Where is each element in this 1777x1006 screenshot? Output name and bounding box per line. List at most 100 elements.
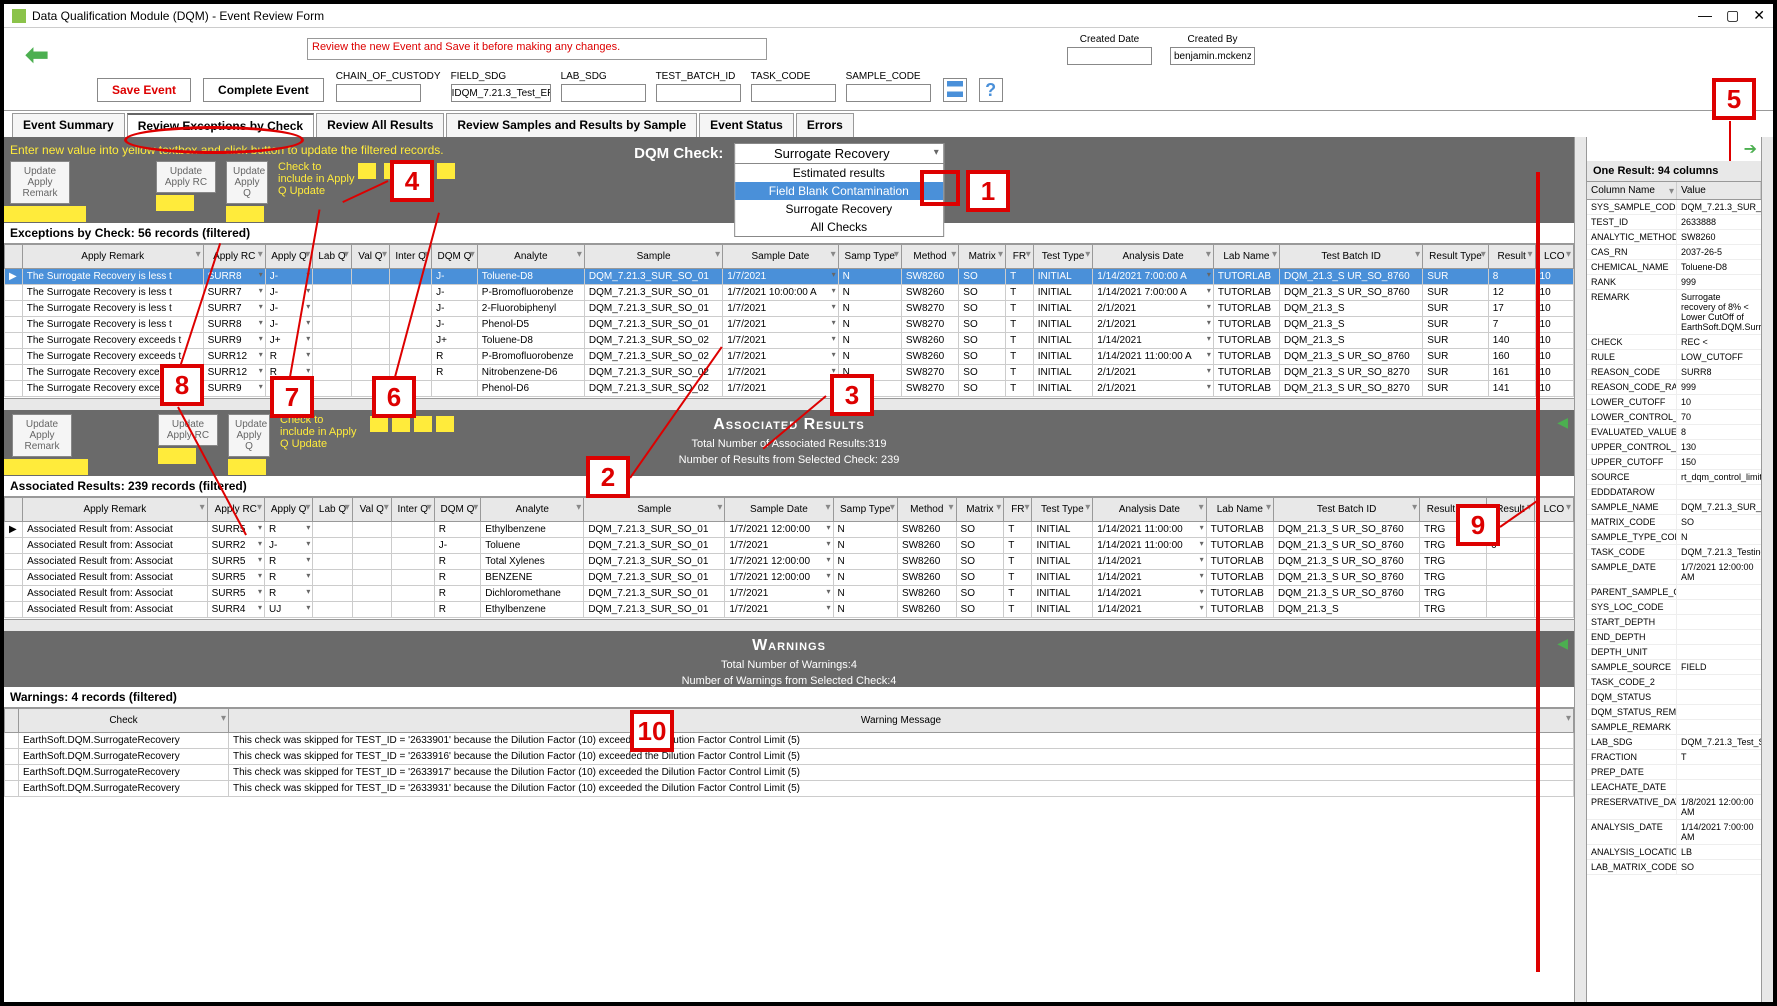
side-row[interactable]: LAB_SDGDQM_7.21.3_Test_SUR (1587, 735, 1761, 750)
update-apply-remark-button[interactable]: Update Apply Remark (10, 161, 70, 204)
filter-icon[interactable]: ▾ (470, 249, 475, 260)
update-apply-q-button-2[interactable]: Update Apply Q (228, 414, 270, 457)
filter-icon[interactable]: ▾ (1566, 502, 1571, 513)
created-date-input[interactable] (1067, 47, 1152, 65)
filter-icon[interactable]: ▾ (258, 249, 263, 260)
filter-icon[interactable]: ▾ (1415, 249, 1420, 260)
dqmq-chk[interactable] (437, 163, 455, 179)
tab-event-status[interactable]: Event Status (699, 113, 794, 137)
col-header[interactable]: Val Q▾ (351, 245, 389, 269)
warnings-grid[interactable]: Check▾Warning Message▾EarthSoft.DQM.Surr… (4, 708, 1574, 1002)
filter-icon[interactable]: ▾ (305, 249, 310, 260)
col-header[interactable]: Matrix▾ (959, 245, 1006, 269)
col-header[interactable]: Apply Remark▾ (23, 498, 207, 522)
col-header[interactable]: DQM Q▾ (434, 498, 481, 522)
side-row[interactable]: LAB_MATRIX_CODESO (1587, 860, 1761, 875)
table-row[interactable]: EarthSoft.DQM.SurrogateRecoveryThis chec… (5, 781, 1574, 797)
filter-icon[interactable]: ▾ (715, 249, 720, 260)
side-row[interactable]: CHECKREC < (1587, 335, 1761, 350)
expand-assoc-icon[interactable]: ◀ (1557, 414, 1568, 431)
filter-icon[interactable]: ▾ (831, 249, 836, 260)
col-header[interactable]: Lab Q▾ (313, 498, 352, 522)
side-row[interactable]: PARENT_SAMPLE_CODE (1587, 585, 1761, 600)
assoc-scrollbar[interactable] (4, 619, 1574, 631)
expand-warnings-icon[interactable]: ◀ (1557, 635, 1568, 652)
filter-icon[interactable]: ▾ (424, 249, 429, 260)
side-row[interactable]: FRACTIONT (1587, 750, 1761, 765)
filter-icon[interactable]: ▾ (890, 502, 895, 513)
filter-icon[interactable]: ▾ (1266, 502, 1271, 513)
filter-icon[interactable]: ▾ (1669, 186, 1674, 197)
update-apply-remark-button-2[interactable]: Update Apply Remark (12, 414, 72, 457)
col-header[interactable]: Val Q▾ (352, 498, 391, 522)
side-row[interactable]: DEPTH_UNIT (1587, 645, 1761, 660)
col-header[interactable]: Apply Q▾ (265, 245, 312, 269)
tab-errors[interactable]: Errors (796, 113, 854, 137)
side-row[interactable]: TEST_ID2633888 (1587, 215, 1761, 230)
tab-review-all-results[interactable]: Review All Results (316, 113, 444, 137)
filter-icon[interactable]: ▾ (427, 502, 432, 513)
chain-input[interactable] (336, 84, 421, 102)
filter-icon[interactable]: ▾ (1527, 502, 1532, 513)
filter-icon[interactable]: ▾ (200, 502, 205, 513)
side-row[interactable]: LOWER_CUTOFF10 (1587, 395, 1761, 410)
table-row[interactable]: EarthSoft.DQM.SurrogateRecoveryThis chec… (5, 733, 1574, 749)
side-row[interactable]: PREP_DATE (1587, 765, 1761, 780)
side-row[interactable]: REASON_CODESURR8 (1587, 365, 1761, 380)
interq-chk[interactable] (411, 163, 429, 179)
side-col-name-header[interactable]: Column Name▾ (1587, 182, 1677, 199)
remark-input-box[interactable] (4, 206, 86, 222)
complete-event-button[interactable]: Complete Event (203, 78, 324, 102)
filter-icon[interactable]: ▾ (344, 249, 349, 260)
col-header[interactable]: Apply RC▾ (203, 245, 265, 269)
col-header[interactable]: Analyte▾ (477, 245, 584, 269)
filter-icon[interactable]: ▾ (717, 502, 722, 513)
exceptions-grid[interactable]: Apply Remark▾Apply RC▾Apply Q▾Lab Q▾Val … (4, 244, 1574, 398)
col-header[interactable]: Test Batch ID▾ (1280, 245, 1423, 269)
dropdown-item[interactable]: Estimated results (735, 164, 943, 182)
labq-chk[interactable] (358, 163, 376, 179)
filter-icon[interactable]: ▾ (382, 249, 387, 260)
side-row[interactable]: LOWER_CONTROL_LIMIT70 (1587, 410, 1761, 425)
table-row[interactable]: The Surrogate Recovery is less tSURR7▾J-… (5, 285, 1574, 301)
rc-input-box-2[interactable] (158, 448, 196, 464)
update-apply-rc-button-2[interactable]: Update Apply RC (158, 414, 218, 446)
col-header[interactable]: Test Batch ID▾ (1274, 498, 1420, 522)
table-row[interactable]: Associated Result from: AssociatSURR5▾R▾… (5, 586, 1574, 602)
table-row[interactable]: ▶Associated Result from: AssociatSURR5▾R… (5, 522, 1574, 538)
side-row[interactable]: TASK_CODEDQM_7.21.3_Testing (1587, 545, 1761, 560)
table-row[interactable]: Associated Result from: AssociatSURR2▾J-… (5, 538, 1574, 554)
filter-icon[interactable]: ▾ (384, 502, 389, 513)
rc-input-box[interactable] (156, 195, 194, 211)
minimize-icon[interactable]: — (1698, 7, 1712, 24)
col-header[interactable]: Sample▾ (584, 245, 722, 269)
dqm-check-combo[interactable]: Surrogate Recovery▾ (734, 143, 944, 164)
side-row[interactable]: UPPER_CUTOFF150 (1587, 455, 1761, 470)
table-row[interactable]: Associated Result from: AssociatSURR5▾R▾… (5, 570, 1574, 586)
side-row[interactable]: ANALYSIS_DATE1/14/2021 7:00:00 AM (1587, 820, 1761, 845)
col-header[interactable]: Analyte▾ (481, 498, 584, 522)
filter-icon[interactable]: ▾ (951, 249, 956, 260)
filter-icon[interactable]: ▾ (1206, 249, 1211, 260)
col-header[interactable]: Inter Q▾ (391, 498, 434, 522)
col-header[interactable]: Samp Type▾ (833, 498, 897, 522)
col-header[interactable]: Result Type▾ (1420, 498, 1487, 522)
col-header[interactable]: Warning Message▾ (229, 709, 1574, 733)
side-row[interactable]: SYS_LOC_CODE (1587, 600, 1761, 615)
close-icon[interactable]: ✕ (1753, 7, 1765, 24)
table-row[interactable]: The Surrogate Recovery is less tSURR8▾J-… (5, 317, 1574, 333)
tab-event-summary[interactable]: Event Summary (12, 113, 125, 137)
side-row[interactable]: ANALYSIS_LOCATIONLB (1587, 845, 1761, 860)
side-row[interactable]: CAS_RN2037-26-5 (1587, 245, 1761, 260)
filter-icon[interactable]: ▾ (1528, 249, 1533, 260)
q-input-box[interactable] (226, 206, 264, 222)
col-header[interactable]: LCO▾ (1534, 498, 1573, 522)
table-row[interactable]: The Surrogate Recovery exceeds tSURR12▾R… (5, 365, 1574, 381)
help-button[interactable]: ? (979, 78, 1003, 102)
dropdown-item[interactable]: Surrogate Recovery (735, 200, 943, 218)
filter-icon[interactable]: ▾ (949, 502, 954, 513)
filter-icon[interactable]: ▾ (894, 249, 899, 260)
table-row[interactable]: The Surrogate Recovery exceeds tSURR12▾R… (5, 349, 1574, 365)
col-header[interactable]: Lab Q▾ (313, 245, 352, 269)
filter-icon[interactable]: ▾ (221, 713, 226, 724)
